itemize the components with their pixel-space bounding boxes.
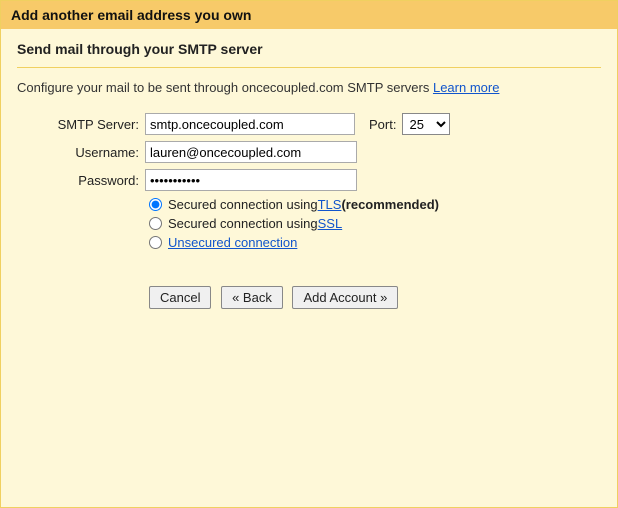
- subtitle: Send mail through your SMTP server: [17, 41, 601, 68]
- learn-more-link[interactable]: Learn more: [433, 80, 499, 95]
- tls-link[interactable]: TLS: [318, 197, 342, 212]
- add-account-button[interactable]: Add Account »: [292, 286, 398, 309]
- smtp-input-col: Port: 25: [145, 113, 450, 135]
- smtp-row: SMTP Server: Port: 25: [17, 113, 601, 135]
- window-title: Add another email address you own: [1, 1, 617, 29]
- port-label: Port:: [369, 117, 396, 132]
- smtp-label: SMTP Server:: [17, 117, 145, 132]
- tls-prefix: Secured connection using: [168, 197, 318, 212]
- port-select[interactable]: 25: [402, 113, 450, 135]
- security-option-tls: Secured connection using TLS (recommende…: [149, 197, 601, 212]
- password-input-col: [145, 169, 357, 191]
- description: Configure your mail to be sent through o…: [17, 80, 601, 95]
- button-row: Cancel « Back Add Account »: [149, 286, 601, 309]
- password-row: Password:: [17, 169, 601, 191]
- unsecured-link[interactable]: Unsecured connection: [168, 235, 297, 250]
- username-label: Username:: [17, 145, 145, 160]
- tls-radio[interactable]: [149, 198, 162, 211]
- security-option-unsecured: Unsecured connection: [149, 235, 601, 250]
- password-label: Password:: [17, 173, 145, 188]
- username-input-col: [145, 141, 357, 163]
- username-row: Username:: [17, 141, 601, 163]
- security-option-ssl: Secured connection using SSL: [149, 216, 601, 231]
- dialog-window: Add another email address you own Send m…: [0, 0, 618, 508]
- security-radio-group: Secured connection using TLS (recommende…: [149, 197, 601, 250]
- ssl-radio[interactable]: [149, 217, 162, 230]
- unsecured-radio[interactable]: [149, 236, 162, 249]
- ssl-prefix: Secured connection using: [168, 216, 318, 231]
- back-button[interactable]: « Back: [221, 286, 283, 309]
- dialog-content: Send mail through your SMTP server Confi…: [1, 29, 617, 325]
- ssl-link[interactable]: SSL: [318, 216, 343, 231]
- password-input[interactable]: [145, 169, 357, 191]
- smtp-server-input[interactable]: [145, 113, 355, 135]
- description-text: Configure your mail to be sent through o…: [17, 80, 433, 95]
- cancel-button[interactable]: Cancel: [149, 286, 211, 309]
- username-input[interactable]: [145, 141, 357, 163]
- tls-suffix: (recommended): [341, 197, 439, 212]
